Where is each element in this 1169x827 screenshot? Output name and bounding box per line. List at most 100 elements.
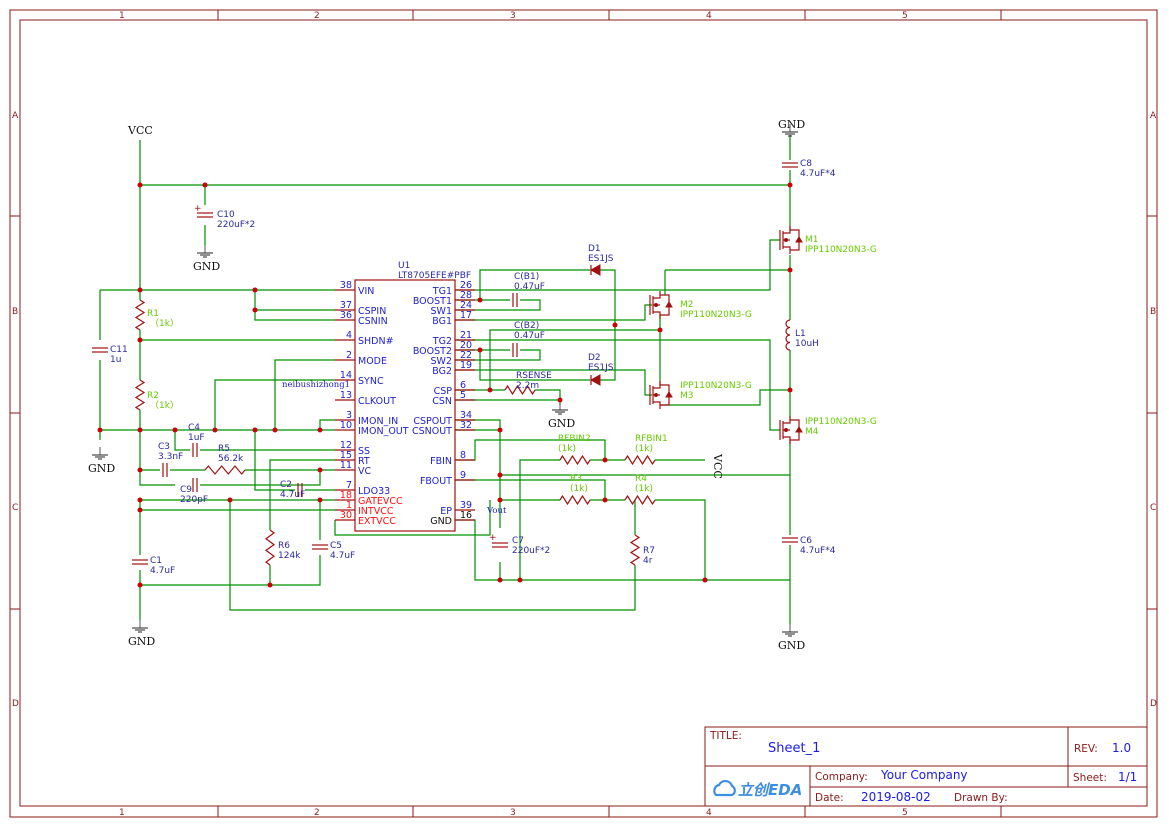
component-designator: C1 <box>150 556 162 566</box>
component-value: 1uF <box>188 433 205 443</box>
ic-u1[interactable]: U1 LT8705EFE#PBF 38VIN37CSPIN36CSNIN4SHD… <box>335 261 475 532</box>
capacitor-cb1[interactable] <box>512 293 518 307</box>
label-r6: R6124k <box>278 541 301 561</box>
mosfet-m3[interactable] <box>649 381 673 409</box>
pin-number: 5 <box>460 390 466 401</box>
title-value: Sheet_1 <box>768 741 820 756</box>
mosfet-m2[interactable] <box>649 291 673 319</box>
component-value: (1k) <box>570 484 588 494</box>
capacitor-c9[interactable] <box>192 478 198 492</box>
capacitor-c3[interactable] <box>162 463 168 477</box>
svg-text:GND: GND <box>193 260 220 273</box>
label-c11: C111u <box>110 345 128 365</box>
component-designator: R7 <box>643 546 655 556</box>
component-value: 220uF*2 <box>512 546 550 556</box>
capacitor-c6[interactable] <box>782 537 798 543</box>
capacitor-c4[interactable] <box>192 443 198 457</box>
component-value: 1u <box>110 355 121 365</box>
component-value: 124k <box>278 551 301 561</box>
label-c1: C14.7uF <box>150 556 175 576</box>
component-value: 4r <box>643 556 653 566</box>
junction <box>202 182 208 188</box>
resistor-r6[interactable] <box>264 529 276 566</box>
junction <box>497 472 503 478</box>
component-value: IPP110N20N3-G <box>680 310 752 320</box>
resistor-r1[interactable] <box>134 299 146 331</box>
diode-d2[interactable] <box>589 374 601 386</box>
junction <box>172 427 178 433</box>
row-label: B <box>1150 307 1156 317</box>
mosfet-m1[interactable] <box>779 226 803 254</box>
junction <box>487 387 493 393</box>
resistor-r5[interactable] <box>204 465 246 475</box>
component-designator: C7 <box>512 536 524 546</box>
column-label: 4 <box>706 808 712 818</box>
label-r4: R4(1k) <box>635 474 653 494</box>
row-label: C <box>12 503 18 513</box>
pin-number: 38 <box>340 280 352 291</box>
pin-number: 32 <box>460 420 472 431</box>
component-value: 10uH <box>795 339 819 349</box>
junction <box>787 387 793 393</box>
label-rfbin1: RFBIN1(1k) <box>635 434 668 454</box>
date-label: Date: <box>815 792 844 804</box>
resistor-rfbin1[interactable] <box>624 454 656 466</box>
svg-text:GND: GND <box>778 639 805 652</box>
junction <box>137 467 143 473</box>
component-designator: M2 <box>680 300 694 310</box>
vcc-label: VCC <box>127 124 153 137</box>
label-d2: D2ES1JS <box>588 353 614 373</box>
capacitor-c7[interactable] <box>492 542 508 548</box>
mosfet-m4[interactable] <box>779 416 803 444</box>
pin-name: FBOUT <box>420 476 452 487</box>
svg-text:+: + <box>194 204 202 214</box>
wire <box>455 369 652 396</box>
resistor-r2[interactable] <box>134 379 146 411</box>
junction <box>657 327 663 333</box>
svg-text:+: + <box>489 533 497 543</box>
junction <box>137 427 143 433</box>
component-value: (1k) <box>635 484 653 494</box>
pin-name: VC <box>358 466 371 477</box>
junction <box>497 497 503 503</box>
title-label: TITLE: <box>709 730 742 742</box>
row-label: C <box>1150 503 1156 513</box>
capacitor-cb2[interactable] <box>512 343 518 357</box>
resistor-r7[interactable] <box>629 534 641 566</box>
label-l1: L110uH <box>795 329 819 349</box>
inductor-l1[interactable] <box>785 319 791 351</box>
junction <box>557 397 563 403</box>
component-designator: L1 <box>795 329 806 339</box>
junction <box>477 347 483 353</box>
label-rsense: RSENSE2.2m <box>516 371 552 391</box>
pin-name: IMON_OUT <box>358 426 409 437</box>
capacitor-c5[interactable] <box>312 544 328 550</box>
company-label: Company: <box>815 771 868 783</box>
label-c4: C41uF <box>188 423 205 443</box>
capacitor-c11[interactable] <box>92 347 108 353</box>
component-designator: D2 <box>588 353 601 363</box>
label-m2: M2IPP110N20N3-G <box>680 300 752 320</box>
wires <box>97 135 793 625</box>
capacitor-c8[interactable] <box>782 162 798 168</box>
sync-net-label: neibushizhong1 <box>282 380 350 390</box>
component-value: 56.2k <box>218 454 244 464</box>
schematic-canvas: 1122334455A AB BC CD D GNDGNDGNDGNDGNDGND++ … <box>9 9 1158 818</box>
resistor-rfbin2[interactable] <box>559 454 591 466</box>
diode-d1[interactable] <box>589 264 601 276</box>
wire <box>519 459 560 580</box>
capacitor-c1[interactable] <box>132 559 148 565</box>
component-value: 4.7uF*4 <box>800 169 836 179</box>
column-label: 5 <box>902 808 908 818</box>
junction <box>787 182 793 188</box>
label-m3: IPP110N20N3-GM3 <box>680 381 752 401</box>
label-cb2: C(B2)0.47uF <box>514 321 545 341</box>
pin-number: 2 <box>346 350 352 361</box>
resistor-r4[interactable] <box>624 494 656 506</box>
component-value: IPP110N20N3-G <box>680 381 752 391</box>
component-designator: RFBIN1 <box>635 434 668 444</box>
component-designator: C9 <box>180 485 192 495</box>
rev-label: REV: <box>1074 743 1098 755</box>
resistor-r3[interactable] <box>559 494 591 506</box>
column-label: 1 <box>119 11 125 21</box>
